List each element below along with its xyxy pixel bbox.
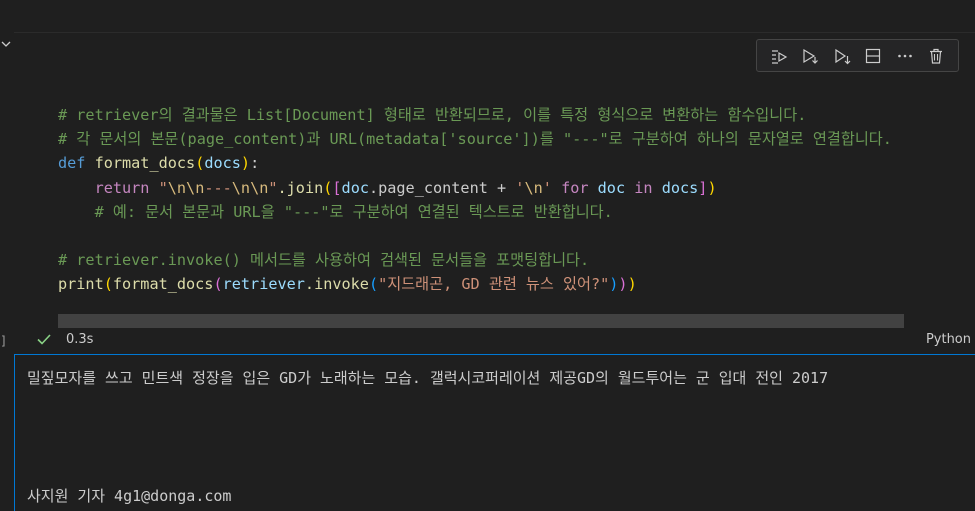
execution-count: ] [0,334,8,348]
code-line-7: # retriever.invoke() 메서드를 사용하여 검색된 문서들을 … [58,251,590,270]
delete-cell-button[interactable] [925,45,947,67]
keyword-def: def [58,154,86,173]
cell-language[interactable]: Python [926,332,971,347]
run-below-button[interactable] [831,45,853,67]
keyword-return: return [94,178,150,197]
execute-below-icon [803,48,819,64]
execute-above-icon [771,49,787,64]
code-line-5: # 예: 문서 본문과 URL을 "---"로 구분하여 연결된 텍스트로 반환… [94,202,613,221]
code-line-2: # 각 문서의 본문(page_content)과 URL(metadata['… [58,130,892,149]
collapse-chevron-icon[interactable] [0,38,12,50]
success-check-icon [37,334,51,345]
split-cell-button[interactable] [862,45,884,67]
execute-above-button[interactable] [768,45,790,67]
code-content: # retriever의 결과물은 List[Document] 형태로 반환되… [58,106,892,294]
trash-icon [930,48,943,64]
function-name: format_docs [94,154,196,173]
run-below-icon [835,48,851,64]
horizontal-scrollbar[interactable] [58,314,904,328]
query-string: "지드래곤, GD 관련 뉴스 있어?" [378,275,610,294]
cell-output[interactable]: 밀짚모자를 쓰고 민트색 정장을 입은 GD가 노래하는 모습. 갤럭시코퍼레이… [14,354,975,511]
join-call: .join [277,178,324,197]
cell-status-bar: 0.3s Python [14,328,975,352]
execution-time: 0.3s [66,332,94,347]
output-line-1: 밀짚모자를 쓰고 민트색 정장을 입은 GD가 노래하는 모습. 갤럭시코퍼레이… [27,369,829,387]
more-icon [897,54,912,57]
code-cell[interactable]: # retriever의 결과물은 List[Document] 형태로 반환되… [14,32,975,355]
more-actions-button[interactable] [894,45,916,67]
execute-cell-and-below-button[interactable] [799,45,821,67]
split-cell-icon [866,48,881,63]
code-line-1: # retriever의 결과물은 List[Document] 형태로 반환되… [58,106,807,124]
param-docs: docs [204,154,241,173]
output-line-2: 사지원 기자 4g1@donga.com [27,487,232,505]
cell-toolbar [756,39,959,72]
code-editor[interactable]: # retriever의 결과물은 List[Document] 형태로 반환되… [58,69,975,309]
print-call: print [58,275,104,294]
